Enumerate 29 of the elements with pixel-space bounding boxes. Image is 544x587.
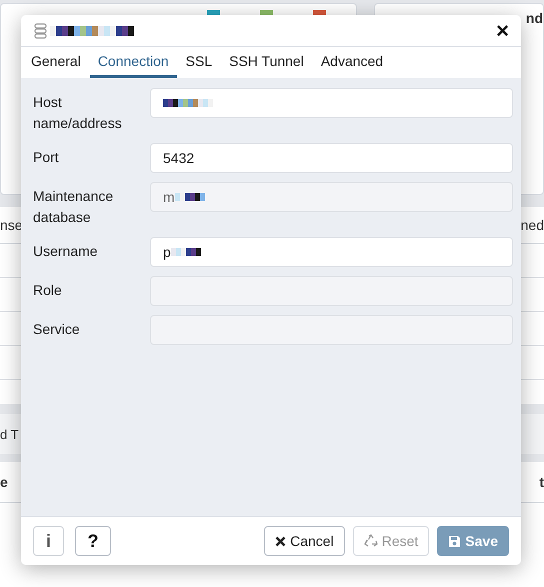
field-label: Port — [33, 148, 60, 167]
field-label: Maintenance database — [33, 187, 114, 227]
save-icon — [448, 534, 462, 548]
field-label: Host name/address — [33, 93, 123, 133]
tab[interactable]: SSH Tunnel — [221, 47, 312, 78]
tab[interactable]: Advanced — [312, 47, 392, 78]
tab[interactable]: SSL — [178, 47, 220, 78]
input-field[interactable]: 5432 — [150, 143, 513, 173]
recycle-icon — [364, 534, 378, 548]
help-button[interactable]: ? — [75, 526, 111, 556]
close-button[interactable]: × — [496, 20, 509, 42]
tab[interactable]: Connection — [90, 47, 177, 78]
column-header: t — [539, 474, 544, 490]
info-button[interactable]: i — [33, 526, 64, 556]
field-label: Username — [33, 242, 99, 261]
column-header: e — [0, 474, 8, 490]
column-header: nse — [0, 217, 23, 233]
input-field[interactable]: p — [150, 237, 513, 267]
field-label: Role — [33, 281, 63, 300]
input-field[interactable] — [150, 88, 513, 118]
section-title: d T — [0, 426, 19, 442]
cancel-button[interactable]: Cancel — [264, 526, 345, 556]
close-icon — [275, 536, 286, 546]
tab[interactable]: General — [23, 47, 89, 78]
panel-title: nd — [526, 10, 543, 28]
server-icon — [34, 22, 47, 38]
column-header: ned — [520, 217, 544, 233]
field-label: Service — [33, 320, 81, 339]
input-field[interactable]: m — [150, 182, 513, 212]
